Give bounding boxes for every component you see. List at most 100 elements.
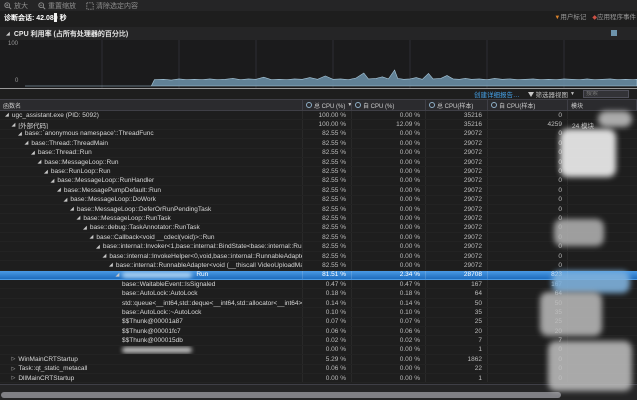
expanded-tree-arrow-icon[interactable]: ◢ [44, 169, 48, 175]
column-header-0[interactable]: 函数名 [0, 100, 303, 110]
self-cpu-pct: 0.00 % [352, 374, 426, 382]
table-row[interactable]: ◢base::MessageLoop::Run82.55 %0.00 %2907… [0, 158, 637, 167]
self-cpu-pct: 0.00 % [352, 233, 426, 241]
module [568, 224, 637, 232]
cpu-utilization-section-header[interactable]: ◢ CPU 利用率 (占所有处理器的百分比) [0, 27, 637, 41]
total-cpu-pct: 82.55 % [303, 261, 352, 269]
redacted-function-name [122, 272, 192, 278]
create-detailed-report-link[interactable]: 创建详细报告… [474, 89, 520, 99]
self-cpu-pct: 0.00 % [352, 158, 426, 166]
table-row[interactable]: $$Thunk@00001a870.07 %0.07 %2525 [0, 318, 637, 327]
table-row[interactable]: ▷Task::qt_static_metacall0.06 %0.00 %220 [0, 365, 637, 374]
table-row[interactable]: ◢base::MessageLoop::DoWork82.55 %0.00 %2… [0, 196, 637, 205]
self-cpu-samples: 0 [488, 205, 568, 213]
expanded-tree-arrow-icon[interactable]: ◢ [96, 244, 100, 250]
table-row[interactable]: ◢base::MessageLoop::DeferOrRunPendingTas… [0, 205, 637, 214]
column-header-label: 总 CPU (%) [314, 101, 345, 110]
module [568, 289, 637, 297]
self-cpu-samples: 4259 [488, 120, 568, 128]
expanded-tree-arrow-icon[interactable]: ◢ [25, 140, 29, 146]
total-cpu-samples: 29072 [426, 233, 488, 241]
module [568, 327, 637, 335]
table-row[interactable]: ◢base::internal::InvokeHelper<0,void,bas… [0, 252, 637, 261]
total-cpu-pct: 82.55 % [303, 177, 352, 185]
table-row[interactable]: ◢base::Callback<void __cdecl(void)>::Run… [0, 233, 637, 242]
table-row[interactable]: 0.00 %0.00 %10 [0, 346, 637, 355]
total-cpu-pct: 0.06 % [303, 365, 352, 373]
table-row[interactable]: ◢Run81.51 %2.34 %28708823 [0, 271, 637, 280]
table-row[interactable]: ◢base::MessageLoop::RunTask82.55 %0.00 %… [0, 214, 637, 223]
expanded-tree-arrow-icon[interactable]: ◢ [116, 272, 120, 278]
table-row[interactable]: ◢base::internal::RunnableAdapter<void (_… [0, 261, 637, 270]
self-cpu-pct: 0.02 % [352, 336, 426, 344]
clear-selection-button[interactable]: 清除选定内容 [86, 1, 138, 11]
expanded-tree-arrow-icon[interactable]: ◢ [51, 178, 55, 184]
reset-zoom-button[interactable]: 重置缩放 [38, 1, 76, 11]
module [568, 214, 637, 222]
expanded-tree-arrow-icon[interactable]: ◢ [70, 206, 74, 212]
expanded-tree-arrow-icon[interactable]: ◢ [109, 262, 113, 268]
table-row[interactable]: ◢base::MessageLoop::RunHandler82.55 %0.0… [0, 177, 637, 186]
collapsed-tree-arrow-icon[interactable]: ▷ [12, 375, 16, 381]
collapsed-tree-arrow-icon[interactable]: ▷ [12, 366, 16, 372]
expanded-tree-arrow-icon[interactable]: ◢ [38, 159, 42, 165]
horizontal-scrollbar-thumb[interactable] [1, 392, 561, 398]
zoom-in-button[interactable]: 放大 [4, 1, 28, 11]
expanded-tree-arrow-icon[interactable]: ◢ [18, 131, 22, 137]
table-row[interactable]: $$Thunk@000015db0.02 %0.02 %77 [0, 336, 637, 345]
table-row[interactable]: ▷WinMainCRTStartup5.29 %0.00 %18620 [0, 355, 637, 364]
function-name-cell: ◢base::Callback<void __cdecl(void)>::Run [0, 233, 303, 241]
function-name: $$Thunk@00001a87 [122, 318, 183, 325]
column-header-5[interactable]: 模块 [568, 100, 637, 110]
expanded-tree-arrow-icon[interactable]: ◢ [77, 215, 81, 221]
expanded-tree-arrow-icon[interactable]: ◢ [12, 122, 16, 128]
self-cpu-samples: 0 [488, 365, 568, 373]
table-row[interactable]: $$Thunk@00001fc70.06 %0.06 %2020 [0, 327, 637, 336]
table-row[interactable]: ◢base::MessagePumpDefault::Run82.55 %0.0… [0, 186, 637, 195]
column-header-4[interactable]: 自 CPU(样本) [488, 100, 568, 110]
collapsed-tree-arrow-icon[interactable]: ▷ [12, 356, 16, 362]
column-header-3[interactable]: 总 CPU(样本) [426, 100, 488, 110]
expanded-tree-arrow-icon[interactable]: ◢ [57, 187, 61, 193]
table-row[interactable]: ◢base::Thread::Run82.55 %0.00 %290720 [0, 149, 637, 158]
clear-selection-icon [86, 2, 94, 10]
filter-view-dropdown[interactable]: 筛选器视图 ▼ [528, 89, 575, 99]
expanded-tree-arrow-icon[interactable]: ◢ [64, 197, 68, 203]
self-cpu-samples: 64 [488, 289, 568, 297]
table-row[interactable]: ◢base::internal::Invoker<1,base::interna… [0, 242, 637, 251]
table-row[interactable]: ◢base::debug::TaskAnnotator::RunTask82.5… [0, 224, 637, 233]
table-row[interactable]: ◢base::`anonymous namespace'::ThreadFunc… [0, 130, 637, 139]
search-input[interactable] [583, 90, 629, 98]
expanded-tree-arrow-icon[interactable]: ◢ [103, 253, 107, 259]
expanded-tree-arrow-icon[interactable]: ◢ [5, 112, 9, 118]
cpu-utilization-area-chart[interactable] [25, 40, 637, 88]
zoom-in-label: 放大 [14, 1, 28, 11]
function-name: WinMainCRTStartup [18, 356, 77, 363]
table-row[interactable]: std::queue<__int64,std::deque<__int64,st… [0, 299, 637, 308]
self-cpu-samples: 823 [488, 271, 568, 279]
table-row[interactable]: base::AutoLock::AutoLock0.18 %0.18 %6464 [0, 289, 637, 298]
column-header-2[interactable]: 自 CPU (%) [352, 100, 426, 110]
table-row[interactable]: ◢ugc_assistant.exe (PID: 5092)100.00 %0.… [0, 111, 637, 120]
table-row[interactable]: ◢base::Thread::ThreadMain82.55 %0.00 %29… [0, 139, 637, 148]
total-cpu-pct: 82.55 % [303, 139, 352, 147]
column-header-1[interactable]: 总 CPU (%)▼ [303, 100, 352, 110]
table-row[interactable]: base::AutoLock::~AutoLock0.10 %0.10 %353… [0, 308, 637, 317]
table-row[interactable]: ▷DllMainCRTStartup0.00 %0.00 %10 [0, 374, 637, 383]
timeline-playhead[interactable] [54, 13, 57, 22]
table-row[interactable]: ◢base::RunLoop::Run82.55 %0.00 %290720 [0, 167, 637, 176]
module [568, 242, 637, 250]
self-cpu-samples: 0 [488, 242, 568, 250]
function-name-cell: ◢base::internal::RunnableAdapter<void (_… [0, 261, 303, 269]
cpu-metric-icon [306, 102, 312, 108]
expanded-tree-arrow-icon[interactable]: ◢ [31, 150, 35, 156]
table-row[interactable]: base::WaitableEvent::IsSignaled0.47 %0.4… [0, 280, 637, 289]
expanded-tree-arrow-icon[interactable]: ◢ [90, 234, 94, 240]
section-expanded-arrow-icon[interactable]: ◢ [6, 31, 10, 37]
expanded-tree-arrow-icon[interactable]: ◢ [83, 225, 87, 231]
total-cpu-samples: 35216 [426, 111, 488, 119]
total-cpu-pct: 82.55 % [303, 196, 352, 204]
function-name-cell: ◢base::MessageLoop::Run [0, 158, 303, 166]
table-row[interactable]: ◢[外部代码]100.00 %12.09 %35216425924 模块 [0, 120, 637, 129]
function-name: base::MessageLoop::RunHandler [57, 177, 154, 184]
